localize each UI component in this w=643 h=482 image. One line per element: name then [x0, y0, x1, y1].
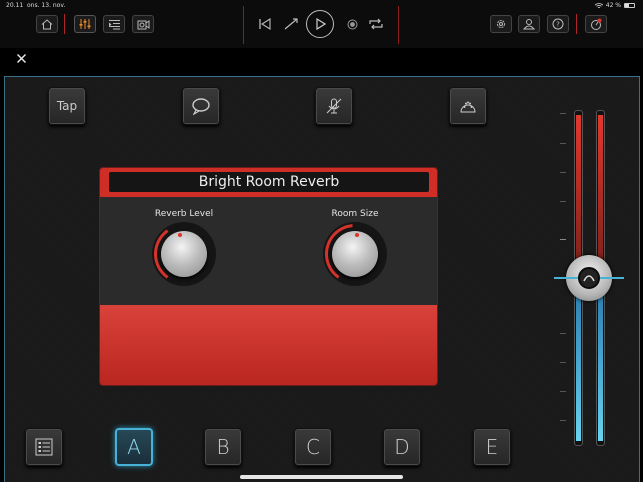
- status-time: 20.11 ons. 13. nov.: [6, 2, 66, 9]
- effect-card: Bright Room Reverb Reverb Level Room Siz…: [99, 167, 438, 386]
- wifi-icon: [594, 2, 603, 9]
- effect-title: Bright Room Reverb: [109, 172, 429, 192]
- knob-label-room-size: Room Size: [331, 209, 379, 219]
- top-toolbar: 20.11 ons. 13. nov. 42 % ?: [0, 0, 643, 48]
- preset-menu-button[interactable]: [25, 428, 63, 466]
- effect-controls: Reverb Level Room Size: [100, 197, 437, 305]
- snapshot-c-label: C: [306, 435, 320, 459]
- meter-tick: [560, 420, 566, 421]
- status-right: 42 %: [594, 2, 635, 9]
- loop-button[interactable]: [368, 17, 384, 31]
- meter-tick: [560, 143, 566, 144]
- tap-label: Tap: [56, 99, 78, 113]
- amp-icon: [137, 20, 149, 30]
- snapshot-b-label: B: [216, 435, 230, 459]
- home-icon: [41, 18, 53, 29]
- snapshot-d-label: D: [394, 435, 410, 459]
- knob-label-reverb-level: Reverb Level: [154, 209, 214, 219]
- battery-icon: [624, 3, 635, 8]
- toolbar-divider: [64, 14, 65, 34]
- account-button[interactable]: [518, 15, 540, 33]
- midi-icon: [460, 101, 476, 113]
- automation-icon: [284, 18, 298, 30]
- help-icon: ?: [552, 18, 564, 30]
- loop-bubble-icon: [192, 98, 210, 115]
- looper-button[interactable]: [182, 87, 220, 125]
- battery-label: 42 %: [605, 2, 621, 9]
- midi-button[interactable]: [449, 87, 487, 125]
- volume-handle-icon: [578, 267, 600, 289]
- skip-back-icon: [259, 18, 271, 30]
- volume-slider-handle[interactable]: [554, 255, 624, 301]
- snapshot-e-button[interactable]: E: [473, 428, 511, 466]
- transport-controls: [243, 6, 399, 44]
- room-size-knob[interactable]: [323, 222, 387, 286]
- user-icon: [523, 19, 535, 30]
- home-indicator[interactable]: [240, 475, 403, 479]
- snapshot-d-button[interactable]: D: [383, 428, 421, 466]
- mixer-button[interactable]: [74, 15, 96, 33]
- home-button[interactable]: [36, 15, 58, 33]
- tuner-button[interactable]: [585, 15, 607, 33]
- meter-tick: [560, 333, 566, 334]
- settings-button[interactable]: [490, 15, 512, 33]
- effect-header: Bright Room Reverb: [100, 168, 437, 197]
- snapshot-e-label: E: [485, 435, 499, 459]
- record-icon: [347, 19, 358, 30]
- loop-icon: [369, 18, 383, 30]
- close-button[interactable]: [16, 53, 27, 64]
- skip-back-button[interactable]: [258, 17, 272, 31]
- play-button[interactable]: [306, 10, 334, 38]
- close-icon: [17, 54, 26, 63]
- gear-icon: [497, 20, 505, 28]
- amp-button[interactable]: [132, 15, 154, 33]
- list-icon: [108, 19, 120, 29]
- meter-tick: [560, 201, 566, 202]
- snapshot-b-button[interactable]: B: [204, 428, 242, 466]
- meter-tick: [560, 362, 566, 363]
- toolbar-divider-right: [576, 14, 577, 34]
- meter-tick: [560, 239, 566, 240]
- meter-tick: [560, 172, 566, 173]
- snapshot-c-button[interactable]: C: [294, 428, 332, 466]
- menu-list-icon: [35, 438, 53, 456]
- snapshot-a-label: A: [127, 435, 141, 459]
- mute-button[interactable]: [315, 87, 353, 125]
- mixer-icon: [79, 19, 91, 29]
- tap-tempo-button[interactable]: Tap: [48, 87, 86, 125]
- record-button[interactable]: [347, 19, 358, 30]
- snapshot-a-button[interactable]: A: [115, 428, 153, 466]
- mic-mute-icon: [326, 98, 342, 114]
- svg-text:?: ?: [556, 21, 560, 29]
- tuner-icon: [591, 18, 602, 30]
- play-icon: [316, 18, 326, 30]
- reverb-level-knob[interactable]: [152, 222, 216, 286]
- help-button[interactable]: ?: [547, 15, 569, 33]
- automation-button[interactable]: [284, 17, 298, 31]
- preset-list-button[interactable]: [103, 15, 125, 33]
- meter-tick: [560, 391, 566, 392]
- meter-tick: [560, 113, 566, 114]
- effect-footswitch-area[interactable]: [100, 305, 437, 385]
